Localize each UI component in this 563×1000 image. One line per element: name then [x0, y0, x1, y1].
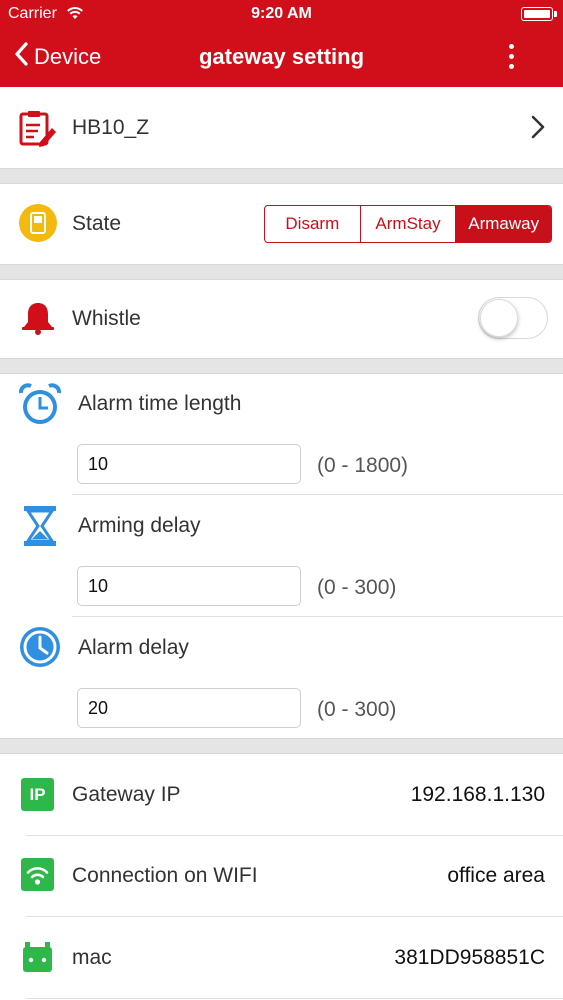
- clock-icon: [18, 625, 62, 674]
- alarm-time-length-range: (0 - 1800): [317, 454, 409, 477]
- more-options-icon[interactable]: [505, 44, 517, 72]
- chevron-left-icon: [14, 42, 28, 72]
- device-row[interactable]: HB10_Z: [0, 87, 563, 168]
- segment-armaway[interactable]: Armaway: [456, 206, 551, 242]
- mac-row: mac 381DD958851C: [0, 917, 563, 1000]
- arming-delay-range: (0 - 300): [317, 576, 397, 599]
- arming-delay-input[interactable]: [77, 566, 301, 606]
- wifi-label: Connection on WIFI: [72, 864, 258, 887]
- whistle-toggle[interactable]: [478, 297, 548, 339]
- segment-armstay[interactable]: ArmStay: [361, 206, 457, 242]
- alarm-clock-icon: [18, 383, 62, 432]
- alarm-delay-label: Alarm delay: [78, 636, 189, 659]
- gateway-ip-value: 192.168.1.130: [410, 783, 545, 806]
- top-bar: Carrier 9:20 AM Device gateway setting: [0, 0, 563, 87]
- chevron-right-icon: [531, 115, 545, 144]
- gateway-ip-row: IP Gateway IP 192.168.1.130: [0, 754, 563, 836]
- navigation-bar: Device gateway setting: [0, 30, 563, 87]
- row-divider: [72, 616, 563, 617]
- alarm-delay-input[interactable]: [77, 688, 301, 728]
- bell-icon: [20, 300, 56, 341]
- wifi-value: office area: [447, 864, 545, 887]
- section-divider: [0, 264, 563, 280]
- segment-disarm[interactable]: Disarm: [265, 206, 361, 242]
- wifi-icon: [21, 858, 54, 896]
- alarm-time-length-input[interactable]: [77, 444, 301, 484]
- section-divider: [0, 358, 563, 374]
- alarm-time-length-label: Alarm time length: [78, 392, 242, 415]
- alarm-delay-range: (0 - 300): [317, 698, 397, 721]
- whistle-label: Whistle: [72, 307, 141, 330]
- state-label: State: [72, 212, 122, 235]
- back-label: Device: [34, 44, 102, 69]
- ip-icon: IP: [21, 778, 54, 811]
- network-adapter-icon: [21, 941, 54, 979]
- row-divider: [26, 998, 563, 999]
- row-divider: [72, 494, 563, 495]
- section-divider: [0, 168, 563, 184]
- arming-delay-label: Arming delay: [78, 514, 201, 537]
- toggle-knob: [480, 299, 518, 337]
- mac-value: 381DD958851C: [394, 946, 545, 969]
- wifi-row: Connection on WIFI office area: [0, 836, 563, 916]
- clock: 9:20 AM: [251, 5, 312, 22]
- panel-status-icon: [18, 203, 58, 248]
- back-button[interactable]: Device: [14, 40, 101, 74]
- section-divider: [0, 738, 563, 754]
- gateway-ip-label: Gateway IP: [72, 783, 181, 806]
- status-bar: Carrier 9:20 AM: [0, 0, 563, 30]
- hourglass-icon: [20, 504, 60, 553]
- device-name: HB10_Z: [72, 116, 150, 139]
- mac-label: mac: [72, 946, 112, 969]
- arm-mode-segmented-control: Disarm ArmStay Armaway: [264, 205, 552, 243]
- battery-icon: [521, 7, 557, 21]
- document-edit-icon: [18, 108, 58, 153]
